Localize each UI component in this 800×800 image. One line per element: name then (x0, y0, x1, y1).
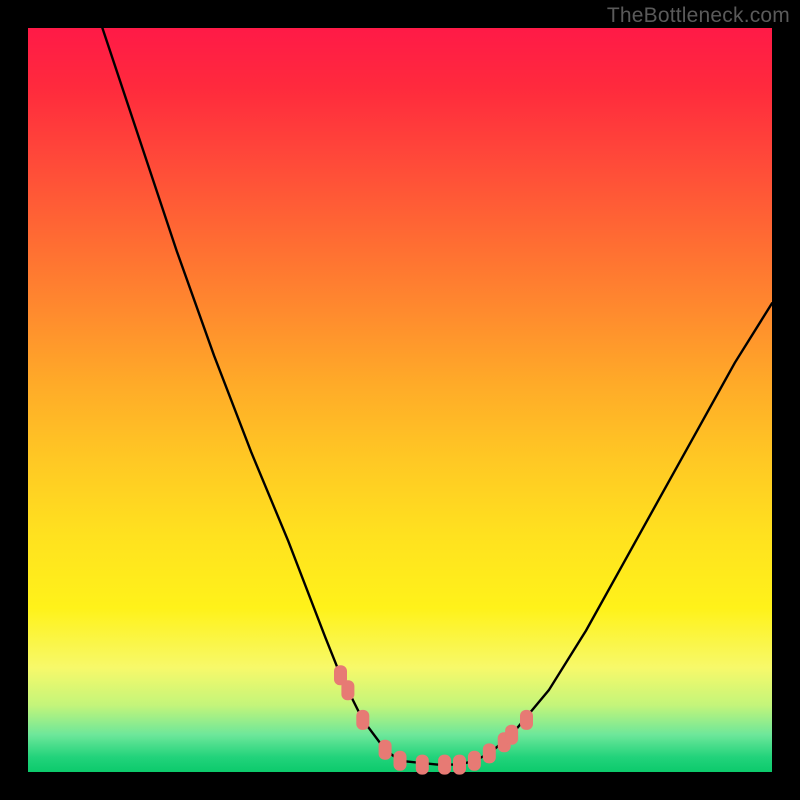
curve-marker (438, 755, 451, 775)
curve-marker (520, 710, 533, 730)
curve-group (102, 28, 772, 765)
curve-marker (341, 680, 354, 700)
markers-group (334, 665, 533, 774)
plot-area (28, 28, 772, 772)
watermark-text: TheBottleneck.com (607, 4, 790, 28)
curve-marker (505, 725, 518, 745)
curve-marker (468, 751, 481, 771)
curve-marker (394, 751, 407, 771)
outer-frame: TheBottleneck.com (0, 0, 800, 800)
curve-marker (379, 740, 392, 760)
curve-marker (453, 755, 466, 775)
curve-marker (356, 710, 369, 730)
bottleneck-curve (102, 28, 772, 765)
curve-marker (483, 743, 496, 763)
chart-svg (28, 28, 772, 772)
curve-marker (416, 755, 429, 775)
